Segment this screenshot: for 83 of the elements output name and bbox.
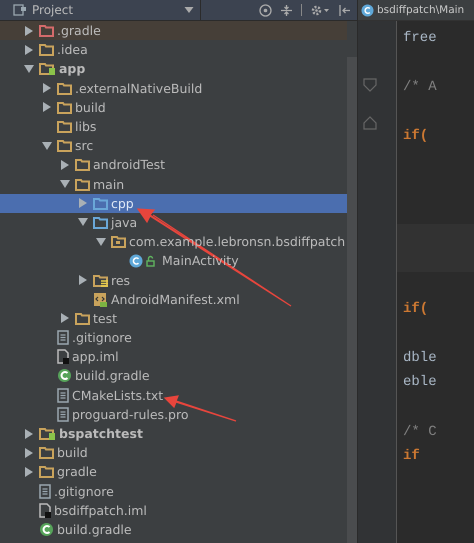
tree-row[interactable]: build.gradle	[0, 366, 347, 386]
scrollbar[interactable]	[347, 57, 357, 543]
tree-item-label: bsdiffpatch.iml	[54, 502, 147, 518]
tree-item-label: .gitignore	[72, 330, 132, 346]
tree-item-label: build.gradle	[57, 522, 132, 537]
tree-row[interactable]: app	[0, 59, 347, 79]
tree-item-label: build.gradle	[75, 368, 150, 384]
tree-row[interactable]: CMakeLists.txt	[0, 386, 347, 405]
hide-panel-icon[interactable]	[338, 4, 351, 16]
tree-item-label: java	[111, 214, 138, 230]
project-icon	[13, 4, 27, 16]
class-icon	[361, 4, 374, 16]
code-line: free	[403, 30, 437, 46]
collapsed-arrow-icon[interactable]	[25, 448, 33, 458]
collapse-all-icon[interactable]	[280, 4, 293, 16]
collapsed-arrow-icon[interactable]	[25, 466, 33, 477]
tree-item-label: test	[93, 310, 118, 326]
collapsed-arrow-icon[interactable]	[61, 313, 69, 324]
tree-row[interactable]: build	[0, 443, 347, 462]
tree-row[interactable]: AndroidManifest.xml	[0, 290, 347, 309]
tree-item-label: build	[57, 445, 88, 460]
tree-row[interactable]: bspatchtest	[0, 424, 347, 444]
collapsed-arrow-icon[interactable]	[79, 275, 87, 286]
tree-row[interactable]: .idea	[0, 40, 347, 60]
collapsed-arrow-icon[interactable]	[43, 102, 51, 112]
tree-row[interactable]: .gitignore	[0, 328, 347, 348]
collapsed-arrow-icon[interactable]	[43, 83, 51, 94]
tree-item-label: .gitignore	[54, 484, 114, 499]
tree-item-label: build	[75, 100, 106, 115]
code-line: eble	[403, 374, 437, 390]
collapsed-arrow-icon[interactable]	[25, 26, 33, 36]
expanded-arrow-icon[interactable]	[24, 64, 34, 73]
collapsed-arrow-icon[interactable]	[25, 44, 33, 55]
tree-item-label: AndroidManifest.xml	[111, 292, 240, 307]
tree-row[interactable]: test	[0, 308, 347, 328]
tree-row[interactable]: bsdiffpatch.iml	[0, 500, 347, 520]
collapsed-arrow-icon[interactable]	[61, 160, 69, 170]
tree-item-label: cpp	[111, 196, 134, 211]
tree-row[interactable]: .externalNativeBuild	[0, 78, 347, 98]
code-line: if(	[403, 300, 428, 317]
expanded-arrow-icon[interactable]	[60, 180, 70, 188]
tree-row[interactable]: app.iml	[0, 347, 347, 366]
tree-row[interactable]: build	[0, 98, 347, 117]
dropdown-caret-icon[interactable]	[183, 7, 195, 13]
tree-row[interactable]: java	[0, 212, 347, 232]
tree-item-label: app.iml	[72, 349, 119, 364]
tree-row[interactable]: res	[0, 270, 347, 290]
tree-item-label: gradle	[57, 464, 97, 480]
code-line: if	[403, 448, 420, 464]
tree-item-label: res	[111, 272, 130, 288]
tree-row[interactable]: .gitignore	[0, 482, 347, 501]
tree-item-label: libs	[75, 119, 96, 134]
tree-item-label: main	[93, 176, 124, 192]
tree-item-label: .idea	[57, 42, 88, 58]
code-line: if(	[403, 128, 428, 144]
tree-item-label: .gradle	[57, 23, 101, 38]
tree-row[interactable]: build.gradle	[0, 520, 347, 540]
tree-item-label: app	[59, 61, 86, 76]
tree-item-label: bspatchtest	[59, 426, 143, 442]
code-line: /* A	[403, 79, 437, 96]
tree-row[interactable]: libs	[0, 116, 347, 136]
tree-item-label: androidTest	[93, 157, 166, 172]
tree-item-label: CMakeLists.txt	[72, 388, 164, 403]
fold-marker-icon[interactable]	[362, 77, 378, 131]
tree-item-label: .externalNativeBuild	[75, 80, 202, 96]
locate-icon[interactable]	[259, 4, 272, 16]
panel-title: Project	[32, 3, 74, 17]
tree-row[interactable]: proguard-rules.pro	[0, 404, 347, 424]
collapsed-arrow-icon[interactable]	[25, 428, 33, 439]
tree-row[interactable]: androidTest	[0, 155, 347, 174]
expanded-arrow-icon[interactable]	[42, 142, 52, 150]
code-line: /* C	[403, 424, 437, 440]
code-line: dble	[403, 350, 437, 366]
expanded-arrow-icon[interactable]	[96, 238, 106, 246]
tree-item-label: src	[75, 138, 94, 154]
tree-row[interactable]: .gradle	[0, 21, 347, 40]
tree-row[interactable]: main	[0, 174, 347, 194]
settings-icon[interactable]	[310, 4, 330, 16]
tree-row[interactable]: gradle	[0, 462, 347, 482]
tree-row[interactable]: cpp	[0, 194, 347, 213]
expanded-arrow-icon[interactable]	[78, 218, 88, 226]
tree-row[interactable]: src	[0, 136, 347, 156]
tree-item-label: proguard-rules.pro	[72, 406, 188, 422]
